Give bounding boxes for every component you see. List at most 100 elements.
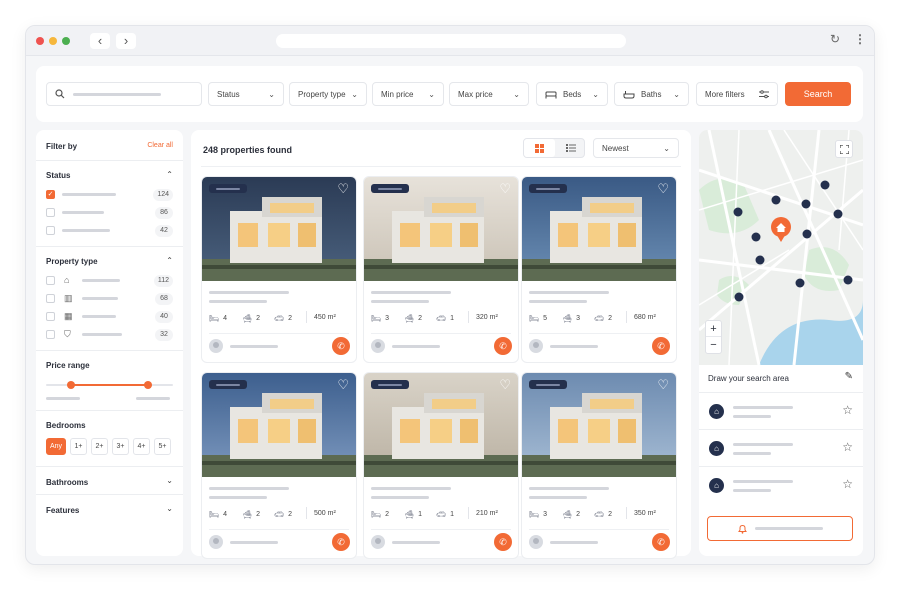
browser-chrome: ‹ › ↻ ⋮ xyxy=(26,26,874,56)
search-input[interactable] xyxy=(46,82,202,106)
property-type-dropdown[interactable]: Property type ⌄ xyxy=(289,82,367,106)
heart-icon[interactable]: ♡ xyxy=(499,181,511,197)
status-checkbox-3[interactable] xyxy=(46,226,55,235)
status-section-title: Status xyxy=(46,171,71,180)
grid-view-button[interactable] xyxy=(524,139,555,157)
star-icon[interactable]: ☆ xyxy=(842,477,853,491)
area-value: 320 m² xyxy=(476,314,498,321)
beds-value: 4 xyxy=(223,511,228,518)
more-filters-button[interactable]: More filters xyxy=(696,82,778,106)
beds-value: 5 xyxy=(543,315,548,322)
reload-icon[interactable]: ↻ xyxy=(830,32,840,46)
property-type-label-2 xyxy=(82,297,118,300)
bedroom-option-any[interactable]: Any xyxy=(46,438,66,455)
call-button[interactable]: ✆ xyxy=(494,337,512,355)
price-max-handle[interactable] xyxy=(143,381,152,389)
bed-icon: 🛏︎ xyxy=(529,510,540,519)
address-bar[interactable] xyxy=(276,34,626,48)
call-button[interactable]: ✆ xyxy=(332,533,350,551)
chevron-up-icon[interactable]: ⌃ xyxy=(166,256,173,265)
beds-dropdown[interactable]: Beds ⌄ xyxy=(536,82,608,106)
call-button[interactable]: ✆ xyxy=(494,533,512,551)
map-result-item[interactable]: ⌂ ☆ xyxy=(699,466,863,503)
maximize-window-button[interactable] xyxy=(62,37,70,45)
property-card[interactable]: ♡ 🛏︎ 4 🛁︎ 2 🚗︎ 2 500 m² ✆ xyxy=(201,372,357,559)
checkmark-icon: ✓ xyxy=(47,191,54,198)
status-checkbox-2[interactable] xyxy=(46,208,55,217)
heart-icon[interactable]: ♡ xyxy=(337,377,349,393)
property-card[interactable]: ♡ 🛏︎ 2 🛁︎ 1 🚗︎ 1 210 m² ✆ xyxy=(363,372,519,559)
heart-icon[interactable]: ♡ xyxy=(657,377,669,393)
zoom-in-button[interactable]: + xyxy=(706,321,721,337)
list-view-button[interactable] xyxy=(555,139,586,157)
result-subtitle xyxy=(733,452,771,455)
status-filter-section: Status ⌃ ✓ 124 86 42 xyxy=(36,160,183,246)
heart-icon[interactable]: ♡ xyxy=(657,181,669,197)
features-title: Features xyxy=(46,506,80,515)
area-feature: 450 m² xyxy=(314,314,336,321)
bedroom-option-1[interactable]: 1+ xyxy=(70,438,87,455)
clear-all-link[interactable]: Clear all xyxy=(147,142,173,149)
bedroom-option-4[interactable]: 4+ xyxy=(133,438,150,455)
bedroom-option-5[interactable]: 5+ xyxy=(154,438,171,455)
max-price-dropdown[interactable]: Max price ⌄ xyxy=(449,82,529,106)
heart-icon[interactable]: ♡ xyxy=(499,377,511,393)
status-option-label-3 xyxy=(62,229,110,232)
close-window-button[interactable] xyxy=(36,37,44,45)
features-section[interactable]: Features ⌄ xyxy=(36,494,183,522)
chevron-up-icon[interactable]: ⌃ xyxy=(166,170,173,179)
chevron-right-icon: › xyxy=(123,33,129,48)
status-count-2: 86 xyxy=(155,207,173,219)
call-button[interactable]: ✆ xyxy=(652,533,670,551)
property-card[interactable]: ♡ 🛏︎ 3 🛁︎ 2 🚗︎ 2 350 m² ✆ xyxy=(521,372,677,559)
star-icon[interactable]: ☆ xyxy=(842,403,853,417)
bedroom-option-3[interactable]: 3+ xyxy=(112,438,129,455)
apartment-building-icon: ▥ xyxy=(64,293,73,303)
price-min-handle[interactable] xyxy=(67,381,76,389)
fullscreen-button[interactable] xyxy=(835,140,853,158)
pencil-icon[interactable]: ✎ xyxy=(845,371,853,382)
save-search-alert-button[interactable] xyxy=(707,516,853,541)
call-button[interactable]: ✆ xyxy=(332,337,350,355)
search-button[interactable]: Search xyxy=(785,82,851,106)
card-divider xyxy=(529,529,669,530)
property-card[interactable]: ♡ 🛏︎ 3 🛁︎ 2 🚗︎ 1 320 m² ✆ xyxy=(363,176,519,363)
price-range-track[interactable] xyxy=(46,381,173,389)
property-card[interactable]: ♡ 🛏︎ 4 🛁︎ 2 🚗︎ 2 450 m² ✆ xyxy=(201,176,357,363)
home-icon: ⌂ xyxy=(709,478,724,493)
results-count: 248 properties found xyxy=(203,145,293,155)
map-result-item[interactable]: ⌂ ☆ xyxy=(699,392,863,429)
star-icon[interactable]: ☆ xyxy=(842,440,853,454)
property-type-checkbox-1[interactable] xyxy=(46,276,55,285)
status-checkbox-1[interactable]: ✓ xyxy=(46,190,55,199)
zoom-out-button[interactable]: − xyxy=(706,337,721,353)
property-type-checkbox-3[interactable] xyxy=(46,312,55,321)
bathtub-icon: 🛁︎ xyxy=(242,314,253,323)
minimize-window-button[interactable] xyxy=(49,37,57,45)
bathrooms-section[interactable]: Bathrooms ⌄ xyxy=(36,466,183,494)
back-button[interactable]: ‹ xyxy=(90,33,110,49)
agent-avatar xyxy=(371,339,385,353)
map-result-item[interactable]: ⌂ ☆ xyxy=(699,429,863,466)
heart-icon[interactable]: ♡ xyxy=(337,181,349,197)
filter-panel: Filter by Clear all Status ⌃ ✓ 124 86 42… xyxy=(36,130,183,556)
min-price-dropdown[interactable]: Min price ⌄ xyxy=(372,82,444,106)
property-type-checkbox-2[interactable] xyxy=(46,294,55,303)
sort-dropdown[interactable]: Newest ⌄ xyxy=(593,138,679,158)
bedroom-option-2[interactable]: 2+ xyxy=(91,438,108,455)
result-title xyxy=(733,480,793,483)
baths-dropdown[interactable]: Baths ⌄ xyxy=(614,82,689,106)
beds-feature: 🛏︎ 5 xyxy=(529,314,547,323)
beds-value: 3 xyxy=(543,511,548,518)
filter-title: Filter by xyxy=(46,142,78,151)
property-address xyxy=(209,496,267,499)
call-button[interactable]: ✆ xyxy=(652,337,670,355)
property-title xyxy=(529,487,609,490)
property-card[interactable]: ♡ 🛏︎ 5 🛁︎ 3 🚗︎ 2 680 m² ✆ xyxy=(521,176,677,363)
forward-button[interactable]: › xyxy=(116,33,136,49)
map-view[interactable] xyxy=(699,130,863,365)
status-dropdown[interactable]: Status ⌄ xyxy=(208,82,284,106)
kebab-menu-icon[interactable]: ⋮ xyxy=(854,32,866,46)
property-type-checkbox-4[interactable] xyxy=(46,330,55,339)
beds-label: Beds xyxy=(563,89,582,99)
